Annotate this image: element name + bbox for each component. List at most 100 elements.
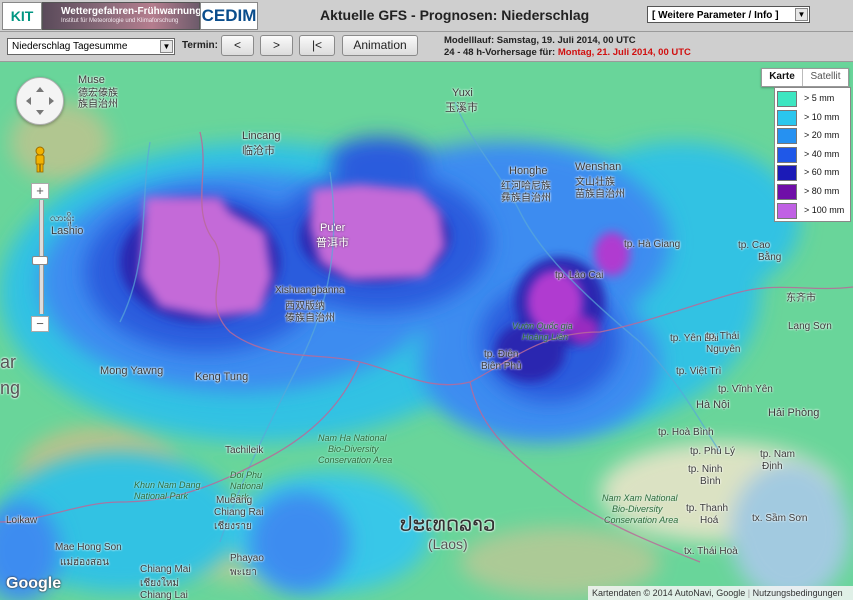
map-label-thanh-hoa1: tp. Thanh xyxy=(686,503,729,514)
map-label-chiang-rai-th: เชียงราย xyxy=(214,521,252,532)
map-label-vinh-yen: tp. Vĩnh Yên xyxy=(718,384,773,395)
prev-button[interactable]: < xyxy=(221,35,254,56)
map-label-mae-hong-son: Mae Hong Son xyxy=(55,542,122,553)
gfs-forecast-page: KIT Wettergefahren-Frühwarnung Institut … xyxy=(0,0,853,600)
map-label-mueang: Mueang xyxy=(216,495,253,506)
map-label-ha-giang: tp. Hà Giang xyxy=(624,239,681,250)
variable-select[interactable]: Niederschlag Tagesumme ▼ xyxy=(7,38,175,55)
legend-row: > 80 mm xyxy=(775,183,850,201)
legend-label: > 100 mm xyxy=(804,204,845,215)
map-label-lincang-cn: 临沧市 xyxy=(242,145,275,157)
map-label-wenshan: Wenshan xyxy=(575,161,622,173)
map-label-ninh-binh2: Bình xyxy=(700,476,721,487)
map-label-nam-ha3: Conservation Area xyxy=(318,455,393,465)
animation-button[interactable]: Animation xyxy=(342,35,418,56)
map-label-cao-bang-cn: 东齐市 xyxy=(786,293,816,304)
kit-logo-text: KIT xyxy=(10,8,34,24)
map-label-mong-yawng: Mong Yawng xyxy=(100,365,164,377)
map-label-doi-phu1: Doi Phu xyxy=(230,470,263,480)
pegman-icon[interactable] xyxy=(31,146,49,174)
chevron-down-icon[interactable]: ▼ xyxy=(160,40,173,53)
legend-label: > 40 mm xyxy=(804,148,840,159)
map-label-vuon-quoc-gia1: Vườn Quốc gia xyxy=(512,321,573,331)
kit-logo[interactable]: KIT xyxy=(2,2,42,30)
map-label-puer: Pu'er xyxy=(320,222,346,234)
legend-label: > 60 mm xyxy=(804,167,840,178)
legend-label: > 5 mm xyxy=(804,93,835,103)
map-label-chiang-rai: Chiang Rai xyxy=(214,507,264,518)
map-label-laos: (Laos) xyxy=(428,536,468,552)
map-label-laos-native: ປະເທດລາວ xyxy=(400,514,496,536)
chevron-down-icon[interactable]: ▼ xyxy=(795,8,808,21)
map-label-phayao-th: พะเยา xyxy=(230,567,257,578)
map-label-dehong2: 族自治州 xyxy=(78,99,118,110)
cedim-logo-text: CEDIM xyxy=(201,6,257,25)
map-label-khun-nam2: National Park xyxy=(134,491,189,501)
precipitation-legend: > 5 mm > 10 mm > 20 mm > 40 mm > 60 mm > 80 m… xyxy=(774,87,851,222)
attribution-text: Kartendaten © 2014 AutoNavi, Google xyxy=(592,588,746,598)
map-label-lao-cai: tp. Lào Cai xyxy=(555,270,604,281)
warning-subtitle: Institut für Meteorologie und Klimaforsc… xyxy=(61,18,179,24)
map-type-control: Karte Satellit xyxy=(761,68,849,87)
legend-swatch xyxy=(777,146,797,163)
map-label-doi-phu2: National xyxy=(230,481,264,491)
legend-row: > 20 mm xyxy=(775,127,850,145)
map-type-karte[interactable]: Karte xyxy=(762,69,803,86)
map-label-phayao: Phayao xyxy=(230,553,264,564)
map-label-lincang: Lincang xyxy=(242,130,281,142)
map-label-lashio: Lashio xyxy=(51,225,84,237)
map-label-dien-bien2: Biên Phủ xyxy=(481,361,522,372)
warning-banner[interactable]: Wettergefahren-Frühwarnung Institut für … xyxy=(42,2,202,30)
map-label-puer-cn: 普洱市 xyxy=(316,237,349,249)
map-label-sam-son: tx. Sầm Sơn xyxy=(752,513,808,524)
map-type-satellit[interactable]: Satellit xyxy=(803,69,848,86)
map-label-cao-bang2: Bằng xyxy=(758,252,782,263)
cedim-logo[interactable]: CEDIM xyxy=(200,2,258,30)
map-label-nam-xam2: Bio-Diversity xyxy=(612,504,663,514)
legend-swatch xyxy=(777,91,797,107)
legend-row: > 100 mm xyxy=(775,202,850,220)
zoom-slider-handle[interactable] xyxy=(32,256,48,265)
map-label-ha-noi: Hà Nội xyxy=(696,399,730,411)
map-label-thai: tp. Thái xyxy=(706,331,740,342)
zoom-out-button[interactable]: − xyxy=(31,316,49,332)
google-logo[interactable]: Google xyxy=(6,575,61,593)
parameter-select[interactable]: [ Weitere Parameter / Info ] ▼ xyxy=(647,6,810,23)
map-label-nam-xam1: Nam Xam National xyxy=(602,493,678,503)
pan-control[interactable] xyxy=(16,77,64,125)
precipitation-map[interactable]: Muse 德宏傣族 族自治州 Lincang 临沧市 Yuxi 玉溪市 Lash… xyxy=(0,62,853,600)
map-label-viet-tri: tp. Việt Trì xyxy=(676,366,722,377)
map-label-vuon-quoc-gia2: Hoàng Liên xyxy=(522,332,569,342)
legend-label: > 10 mm xyxy=(804,111,840,122)
map-label-nam-dinh2: Định xyxy=(762,461,783,472)
map-label-lashio-my: လားရှိုး xyxy=(50,213,75,224)
legend-swatch xyxy=(777,165,797,182)
zoom-in-button[interactable]: + xyxy=(31,183,49,199)
map-label-cao-bang: tp. Cao xyxy=(738,240,771,251)
variable-select-value: Niederschlag Tagesumme xyxy=(12,41,128,52)
map-label-loikaw: Loikaw xyxy=(6,515,38,526)
first-button[interactable]: |< xyxy=(299,35,335,56)
warning-title: Wettergefahren-Frühwarnung xyxy=(61,6,202,17)
map-label-yuxi-cn: 玉溪市 xyxy=(445,102,478,114)
legend-row: > 5 mm xyxy=(775,90,850,108)
map-label-honghe-cn2: 彝族自治州 xyxy=(501,193,551,204)
legend-swatch xyxy=(777,128,797,145)
map-label-keng-tung: Keng Tung xyxy=(195,371,249,383)
map-label-chiang-mai-th: เชียงใหม่ xyxy=(140,578,180,589)
map-label-lang-son: Lạng Sơn xyxy=(788,321,832,332)
next-button[interactable]: > xyxy=(260,35,293,56)
map-label-nam-ha1: Nam Ha National xyxy=(318,433,387,443)
map-label-nam-dinh1: tp. Nam xyxy=(760,449,796,460)
legend-label: > 20 mm xyxy=(804,130,840,141)
forecast-prefix: 24 - 48 h-Vorhersage für: xyxy=(444,47,556,58)
map-label-ninh-binh1: tp. Ninh xyxy=(688,464,723,475)
terms-link[interactable]: Nutzungsbedingungen xyxy=(753,588,843,598)
model-run-info: Modelllauf: Samstag, 19. Juli 2014, 00 U… xyxy=(444,35,636,46)
header-bar: KIT Wettergefahren-Frühwarnung Institut … xyxy=(0,0,853,32)
map-label-dien-bien1: tp. Điện xyxy=(484,349,519,360)
parameter-select-value: [ Weitere Parameter / Info ] xyxy=(652,10,779,21)
map-label-myanmar-fragment: ng xyxy=(0,378,21,398)
map-label-chiang-lai: Chiang Lai xyxy=(140,590,188,600)
forecast-date: Montag, 21. Juli 2014, 00 UTC xyxy=(557,47,691,58)
